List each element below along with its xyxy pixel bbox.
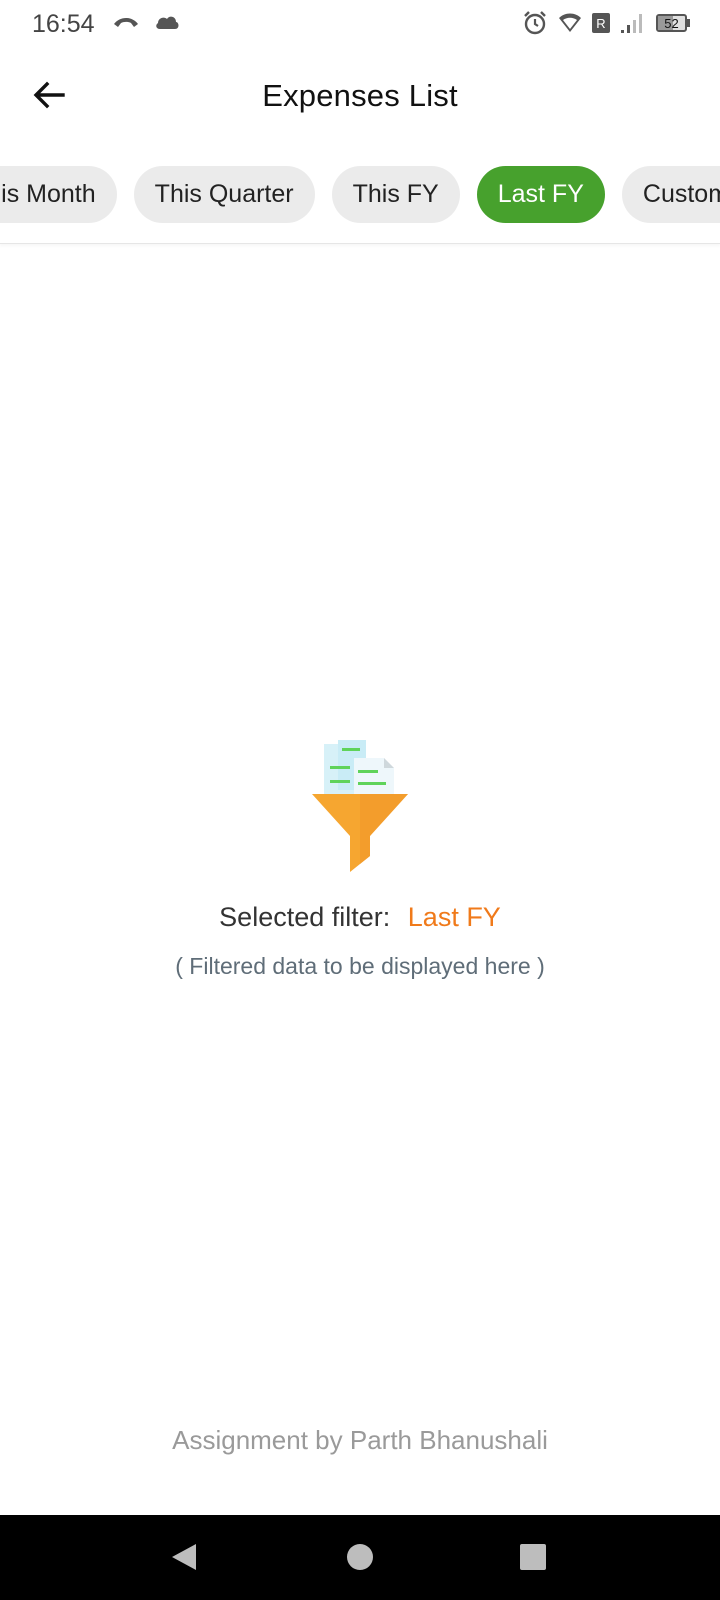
selected-filter-label: Selected filter:	[219, 902, 391, 932]
wifi-icon	[558, 12, 582, 34]
recents-square-icon	[520, 1544, 546, 1570]
system-nav-bar	[0, 1515, 720, 1600]
svg-text:R: R	[596, 16, 605, 31]
empty-state-subtitle: ( Filtered data to be displayed here )	[175, 953, 545, 979]
footer-credit: Assignment by Parth Bhanushali	[172, 1425, 548, 1455]
status-time: 16:54	[32, 10, 95, 38]
chip-this-month[interactable]: This Month	[0, 166, 117, 223]
page-title: Expenses List	[262, 78, 458, 113]
nav-recents-button[interactable]	[515, 1539, 551, 1575]
status-bar: 16:54 R 52	[0, 0, 720, 48]
app-bar: Expenses List	[0, 48, 720, 146]
alarm-icon	[522, 10, 548, 36]
chip-this-quarter[interactable]: This Quarter	[133, 166, 315, 223]
svg-text:52: 52	[664, 16, 678, 31]
home-circle-icon	[347, 1544, 373, 1570]
filter-chip-row[interactable]: This Month This Quarter This FY Last FY …	[0, 166, 720, 223]
back-triangle-icon	[172, 1544, 196, 1570]
phone-missed-icon	[112, 12, 140, 32]
battery-icon: 52	[656, 14, 690, 32]
cloud-icon	[154, 13, 180, 31]
funnel-filter-icon	[312, 740, 408, 872]
chip-this-fy[interactable]: This FY	[331, 166, 460, 223]
selected-filter-line: Selected filter: Last FY	[0, 902, 720, 933]
filter-chip-bar: This Month This Quarter This FY Last FY …	[0, 146, 720, 244]
selected-filter-value: Last FY	[407, 902, 501, 932]
empty-state: Selected filter: Last FY ( Filtered data…	[0, 740, 720, 980]
nav-back-button[interactable]	[166, 1539, 202, 1575]
roaming-icon: R	[592, 13, 610, 33]
chip-custom[interactable]: Custom	[621, 166, 720, 223]
nav-home-button[interactable]	[342, 1539, 378, 1575]
chip-last-fy[interactable]: Last FY	[476, 166, 605, 223]
signal-icon	[620, 12, 646, 34]
